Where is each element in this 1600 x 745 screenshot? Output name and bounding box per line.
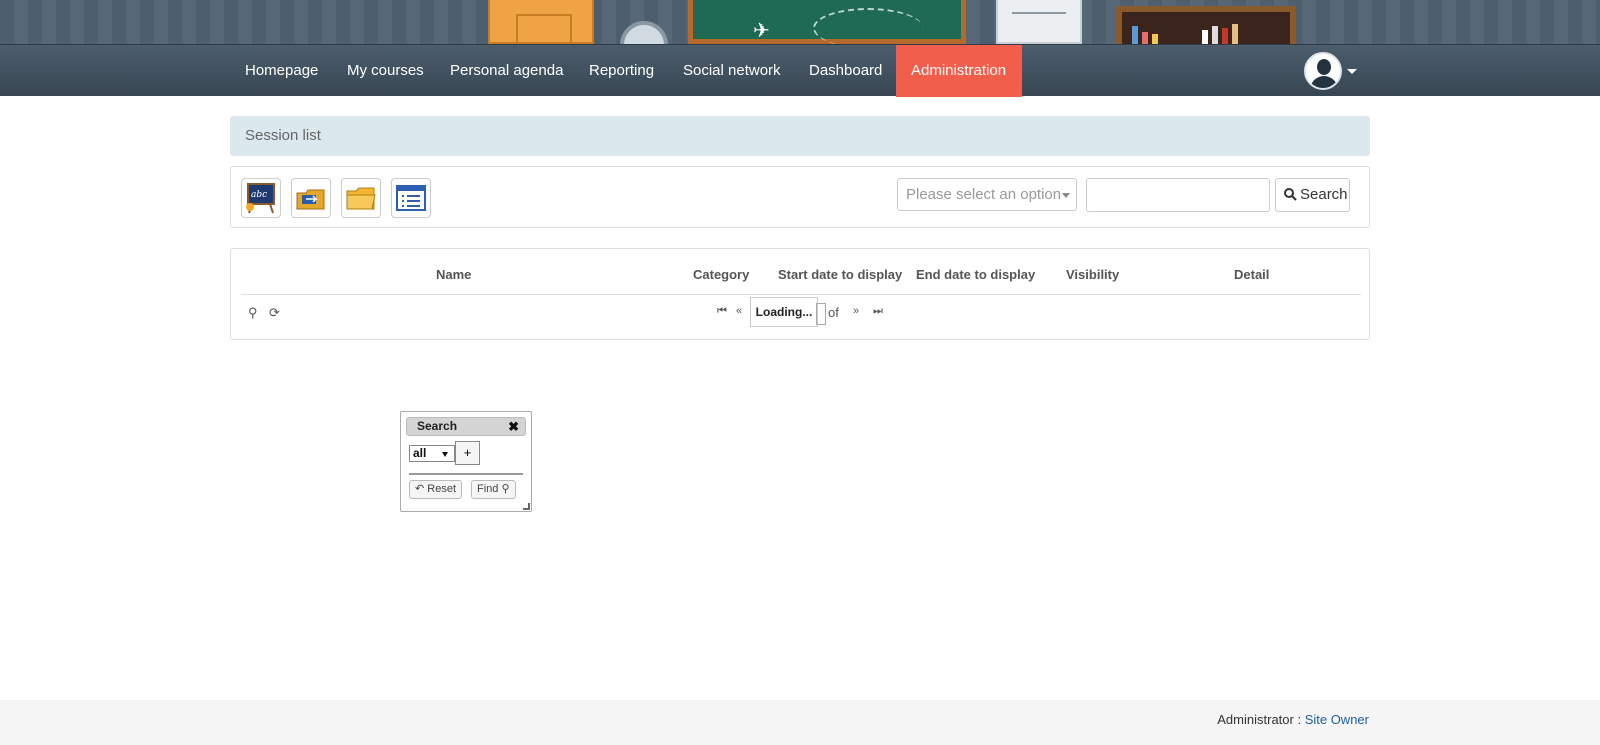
page-number-input[interactable] (816, 303, 826, 325)
grid-search-icon[interactable]: ⚲ (248, 305, 258, 321)
first-page-icon[interactable]: ⏮ (717, 305, 727, 318)
nav-item-personal-agenda[interactable]: Personal agenda (435, 45, 578, 97)
search-button-label: Search (1300, 186, 1348, 203)
nav-item-homepage[interactable]: Homepage (230, 45, 333, 97)
session-grid: Name Category Start date to display End … (230, 248, 1370, 340)
nav-item-dashboard[interactable]: Dashboard (794, 45, 897, 97)
footer: Administrator : Site Owner (0, 700, 1600, 745)
column-header-end-date[interactable]: End date to display (916, 267, 1035, 282)
chevron-down-icon (1062, 193, 1070, 198)
reset-button[interactable]: ↶ Reset (409, 480, 463, 499)
next-page-icon[interactable]: » (853, 305, 859, 317)
footer-separator: : (1293, 712, 1305, 727)
rules-divider (409, 473, 523, 475)
add-rule-button[interactable]: + (455, 441, 480, 465)
footer-admin-info: Administrator : Site Owner (1217, 712, 1369, 727)
nav-item-reporting[interactable]: Reporting (574, 45, 669, 97)
chalkboard-illustration: ✈ (688, 0, 966, 44)
bookshelf-illustration (1116, 6, 1296, 44)
option-select[interactable]: Please select an option (897, 178, 1077, 211)
find-button-label: Find (477, 483, 499, 495)
group-operator-select[interactable]: all (409, 445, 455, 462)
import-sessions-icon (296, 189, 325, 210)
nav-item-social-network[interactable]: Social network (668, 45, 796, 97)
session-list-icon (396, 185, 426, 211)
door-illustration (488, 0, 594, 44)
nav-item-administration[interactable]: Administration (896, 45, 1022, 97)
add-session-icon: abc (246, 183, 275, 214)
main-navbar: Homepage My courses Personal agenda Repo… (0, 44, 1600, 97)
user-menu-caret-icon[interactable] (1347, 69, 1357, 74)
prev-page-icon[interactable]: « (736, 305, 742, 317)
site-owner-link[interactable]: Site Owner (1305, 712, 1369, 727)
svg-text:abc: abc (251, 190, 267, 200)
session-list-button[interactable] (391, 178, 431, 218)
breadcrumb-current: Session list (245, 127, 321, 144)
chevron-down-icon (442, 452, 448, 457)
user-avatar[interactable] (1304, 52, 1342, 90)
resize-grip-icon[interactable] (523, 503, 530, 510)
chalk-doodle (813, 8, 923, 44)
last-page-icon[interactable]: ⏭ (873, 305, 883, 318)
import-sessions-button[interactable] (291, 178, 331, 218)
column-header-start-date[interactable]: Start date to display (778, 267, 902, 282)
search-dialog-title: Search (417, 419, 458, 433)
add-session-button[interactable]: abc (241, 178, 281, 218)
page-of-label: of (828, 305, 839, 320)
column-header-visibility[interactable]: Visibility (1066, 267, 1119, 282)
search-dialog: Search ✖ all + ↶ Reset Find ⚲ (400, 411, 532, 512)
header-divider (241, 294, 1361, 295)
column-header-detail[interactable]: Detail (1234, 267, 1269, 282)
user-avatar-icon (1317, 59, 1331, 75)
find-button[interactable]: Find ⚲ (471, 480, 516, 499)
header-banner: ✈ (0, 0, 1600, 44)
reset-button-label: Reset (427, 483, 457, 495)
folder-icon (346, 187, 376, 210)
cabinet-illustration (996, 0, 1082, 44)
footer-role: Administrator (1217, 712, 1294, 727)
search-icon (1284, 188, 1297, 201)
search-icon: ⚲ (501, 483, 510, 495)
nav-item-my-courses[interactable]: My courses (332, 45, 439, 97)
option-select-placeholder: Please select an option (906, 186, 1062, 203)
search-button[interactable]: Search (1275, 178, 1350, 212)
loading-indicator: Loading... (750, 297, 818, 327)
undo-icon: ↶ (415, 483, 425, 495)
clock-illustration (620, 21, 668, 44)
breadcrumb: Session list (230, 116, 1370, 156)
group-operator-value: all (413, 446, 427, 460)
paper-plane-icon: ✈ (753, 20, 770, 42)
close-icon[interactable]: ✖ (508, 418, 519, 435)
grid-refresh-icon[interactable]: ⟳ (269, 305, 280, 321)
search-input[interactable] (1086, 178, 1270, 212)
session-toolbar: abc Please select an option Search (230, 166, 1370, 228)
column-header-name[interactable]: Name (436, 267, 471, 282)
column-header-category[interactable]: Category (693, 267, 749, 282)
export-sessions-button[interactable] (341, 178, 381, 218)
search-dialog-title-bar[interactable]: Search ✖ (406, 417, 526, 436)
